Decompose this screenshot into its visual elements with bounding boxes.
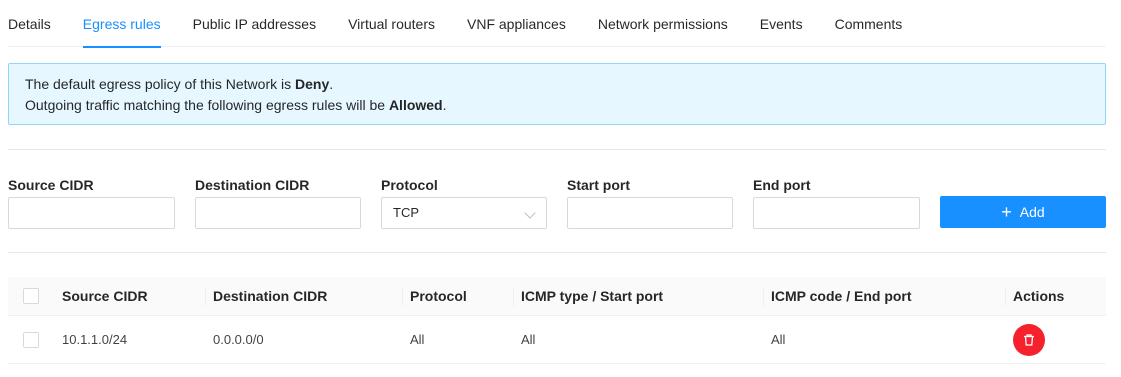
- cell-end-port: All: [771, 332, 786, 347]
- source-cidr-label: Source CIDR: [8, 177, 94, 193]
- protocol-field: Protocol TCP: [381, 177, 547, 229]
- table-header: Source CIDR Destination CIDR Protocol IC…: [8, 277, 1106, 316]
- header-protocol[interactable]: Protocol: [410, 277, 467, 315]
- select-all-checkbox[interactable]: [23, 288, 39, 304]
- add-button-label: Add: [1019, 204, 1045, 220]
- tab-comments[interactable]: Comments: [835, 0, 903, 47]
- start-port-field: Start port: [567, 177, 733, 229]
- table-row: 10.1.1.0/24 0.0.0.0/0 All All All: [8, 316, 1106, 364]
- destination-cidr-label: Destination CIDR: [195, 177, 310, 193]
- divider: [8, 149, 1106, 150]
- end-port-field: End port: [753, 177, 920, 229]
- column-separator: [205, 288, 206, 306]
- destination-cidr-input[interactable]: [195, 197, 361, 229]
- cell-source-cidr: 10.1.1.0/24: [62, 332, 128, 347]
- add-button[interactable]: + Add: [940, 196, 1106, 228]
- cell-protocol: All: [410, 332, 425, 347]
- end-port-label: End port: [753, 177, 811, 193]
- destination-cidr-field: Destination CIDR: [195, 177, 361, 229]
- plus-icon: +: [1001, 202, 1012, 222]
- start-port-input[interactable]: [567, 197, 733, 229]
- header-actions: Actions: [1013, 288, 1065, 304]
- header-destination-cidr[interactable]: Destination CIDR: [213, 277, 327, 315]
- source-cidr-field: Source CIDR: [8, 177, 175, 229]
- alert-line-2: Outgoing traffic matching the following …: [25, 97, 447, 113]
- tab-network-permissions[interactable]: Network permissions: [598, 0, 728, 47]
- tab-egress-rules[interactable]: Egress rules: [82, 0, 161, 48]
- column-separator: [402, 288, 403, 306]
- delete-rule-button[interactable]: [1013, 323, 1045, 356]
- source-cidr-input[interactable]: [8, 197, 175, 229]
- divider: [8, 252, 1106, 253]
- protocol-label: Protocol: [381, 177, 438, 193]
- row-checkbox[interactable]: [23, 331, 39, 348]
- egress-rules-table: Source CIDR Destination CIDR Protocol IC…: [8, 277, 1106, 364]
- header-end-port[interactable]: ICMP code / End port: [771, 277, 912, 315]
- alert-line-1: The default egress policy of this Networ…: [25, 76, 334, 92]
- protocol-selected-value: TCP: [393, 205, 419, 220]
- tab-vnf-appliances[interactable]: VNF appliances: [467, 0, 566, 47]
- trash-icon: [1024, 333, 1034, 346]
- tab-public-ip-addresses[interactable]: Public IP addresses: [193, 0, 316, 47]
- tab-events[interactable]: Events: [760, 0, 803, 47]
- column-separator: [1005, 288, 1006, 306]
- cell-destination-cidr: 0.0.0.0/0: [213, 332, 264, 347]
- end-port-input[interactable]: [753, 197, 920, 229]
- row-select-cell: [23, 316, 39, 363]
- column-separator: [513, 288, 514, 306]
- chevron-down-icon: [524, 207, 536, 219]
- tab-details[interactable]: Details: [8, 0, 51, 47]
- select-all-cell: [23, 277, 39, 315]
- header-start-port[interactable]: ICMP type / Start port: [521, 277, 663, 315]
- cell-actions: [1013, 316, 1045, 363]
- cell-start-port: All: [521, 332, 536, 347]
- protocol-select[interactable]: TCP: [381, 197, 547, 229]
- egress-policy-alert: The default egress policy of this Networ…: [8, 63, 1106, 125]
- tab-virtual-routers[interactable]: Virtual routers: [348, 0, 435, 47]
- header-source-cidr[interactable]: Source CIDR: [62, 277, 148, 315]
- tab-bar: Details Egress rules Public IP addresses…: [8, 0, 1106, 48]
- start-port-label: Start port: [567, 177, 630, 193]
- column-separator: [763, 288, 764, 306]
